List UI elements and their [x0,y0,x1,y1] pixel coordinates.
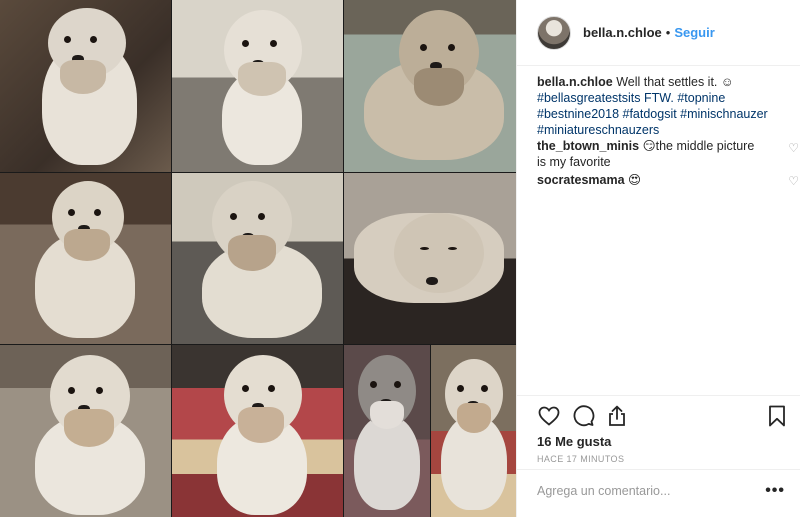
photo-tile [344,0,516,172]
bookmark-icon[interactable] [765,404,789,428]
caption: bella.n.chloe Well that settles it. ☺ #b… [537,74,787,138]
photo-tile [172,0,343,172]
heart-icon[interactable] [537,404,561,428]
comment-text: 😍 [628,173,642,187]
photo-tile [172,173,343,344]
comment-like-heart-icon[interactable]: ♡ [788,173,799,189]
photo-tile [431,345,516,517]
action-icons [537,404,787,430]
caption-hashtags[interactable]: #bestnine2018 #fatdogsit #minischnauzer [537,107,768,121]
actions-section: 16 Me gusta HACE 17 MINUTOS ••• [517,395,800,517]
photo-tile [0,0,171,172]
photo-tile [344,345,430,517]
comment-like-heart-icon[interactable]: ♡ [788,140,799,156]
share-icon[interactable] [605,404,629,428]
photo-tile [344,173,516,344]
post-timestamp: HACE 17 MINUTOS [537,454,625,464]
post-image-collage[interactable] [0,0,516,517]
separator-dot: • [665,25,671,40]
follow-button[interactable]: Seguir [674,25,714,40]
add-comment-bar: ••• [517,469,800,517]
instagram-post: bella.n.chloe • Seguir bella.n.chloe Wel… [0,0,800,517]
post-sidebar: bella.n.chloe • Seguir bella.n.chloe Wel… [516,0,800,517]
caption-text: Well that settles it. ☺ [616,75,734,89]
caption-username[interactable]: bella.n.chloe [537,75,613,89]
photo-tile [172,345,343,517]
photo-tile [0,345,171,517]
comment-input[interactable] [537,484,737,498]
comments-list: bella.n.chloe Well that settles it. ☺ #b… [537,74,799,188]
photo-tile [0,173,171,344]
comment-username[interactable]: socratesmama [537,173,625,187]
comment-text: is my favorite [537,155,611,169]
likes-count[interactable]: 16 Me gusta [537,434,611,449]
caption-hashtags[interactable]: #miniatureschnauzers [537,123,659,137]
header-username[interactable]: bella.n.chloe [583,25,662,40]
more-icon[interactable]: ••• [765,482,785,500]
comment-icon[interactable] [571,404,595,428]
avatar[interactable] [537,15,571,50]
comment-item: the_btown_minis 😏the middle picture is m… [537,138,799,170]
comment-text: 😏the middle picture [642,139,755,153]
comment-username[interactable]: the_btown_minis [537,139,639,153]
comment-item: socratesmama 😍 ♡ [537,172,799,188]
caption-hashtags[interactable]: #bellasgreatestsits FTW. #topnine [537,91,725,105]
post-header: bella.n.chloe • Seguir [517,0,800,66]
